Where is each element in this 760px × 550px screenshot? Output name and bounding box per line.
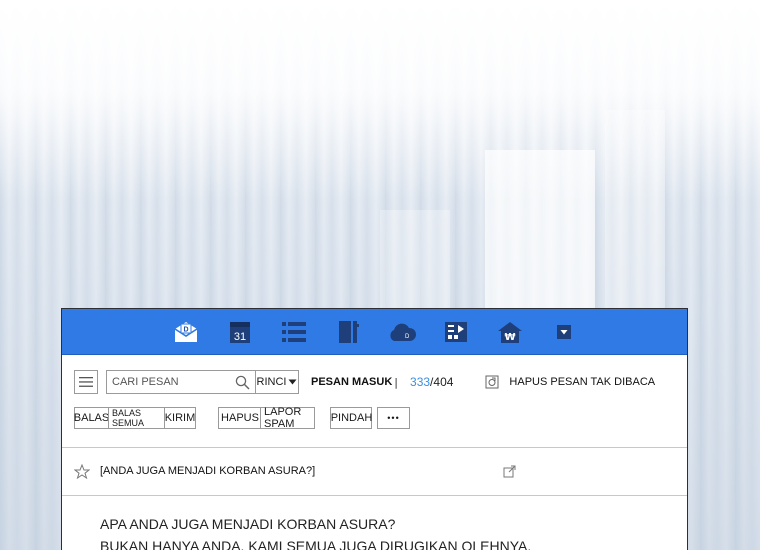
reply-button[interactable]: BALAS [74,407,109,429]
detail-label: RINCI [256,376,287,388]
calendar-icon[interactable]: 31 [213,309,267,354]
mail-badge: D [183,326,188,333]
delete-label: HAPUS [221,412,259,424]
hamburger-icon [79,377,93,387]
move-label: PINDAH [330,412,373,424]
caret-down-icon [288,379,297,385]
list-icon[interactable] [267,309,321,354]
toolbar-divider [62,447,687,448]
inbox-label: PESAN MASUK [311,376,393,388]
message-actions: BALAS BALAS SEMUA KIRIM HAPUS LAPOR SPAM… [74,406,410,430]
reply-group: BALAS BALAS SEMUA KIRIM [74,407,196,429]
message-body: APA ANDA JUGA MENJADI KORBAN ASURA? BUKA… [100,513,660,550]
memo-icon[interactable] [429,309,483,354]
cloud-icon[interactable]: D [375,309,429,354]
unread-count[interactable]: 333 [410,375,430,389]
mail-icon[interactable]: D [159,309,213,354]
search-box [106,370,256,394]
subject-row: [ANDA JUGA MENJADI KORBAN ASURA?] [74,461,674,481]
delete-unread-label: HAPUS PESAN TAK DIBACA [509,376,656,388]
subject-divider [62,495,687,496]
delete-group: HAPUS LAPOR SPAM [218,406,315,430]
move-button[interactable]: PINDAH [330,407,372,429]
delete-button[interactable]: HAPUS [218,407,260,429]
report-spam-button[interactable]: LAPOR SPAM [260,406,315,430]
star-icon[interactable] [74,463,90,479]
dropdown-icon[interactable] [537,309,591,354]
menu-button[interactable] [74,370,98,394]
reply-all-button[interactable]: BALAS SEMUA [108,407,164,429]
more-button[interactable]: ••• [377,407,410,429]
mail-toolbar: RINCI PESAN MASUK | 333 / 404 HAPUS PESA… [74,370,674,394]
popout-icon[interactable] [503,465,516,478]
calendar-day: 31 [233,331,245,343]
app-navigation-bar: D 31 D ₩ [62,309,687,355]
wallet-symbol: ₩ [504,332,515,343]
message-subject: [ANDA JUGA MENJADI KORBAN ASURA?] [100,465,316,477]
detail-search-button[interactable]: RINCI [256,370,299,394]
total-count: 404 [433,375,454,389]
cloud-badge: D [405,334,410,340]
delete-unread-button[interactable]: HAPUS PESAN TAK DIBACA [485,375,655,389]
move-group: PINDAH [330,407,372,429]
delete-unread-icon [485,375,499,389]
inbox-separator: | [394,375,399,389]
search-input[interactable] [112,372,230,392]
notebook-icon[interactable] [321,309,375,354]
body-line: BUKAN HANYA ANDA. KAMI SEMUA JUGA DIRUGI… [100,538,532,550]
mail-window: D 31 D ₩ CARI PESAN RINCI PESAN MASUK | … [61,308,688,550]
wallet-icon[interactable]: ₩ [483,309,537,354]
search-icon[interactable] [230,371,254,393]
body-line: APA ANDA JUGA MENJADI KORBAN ASURA? [100,516,396,532]
send-button[interactable]: KIRIM [164,407,196,429]
